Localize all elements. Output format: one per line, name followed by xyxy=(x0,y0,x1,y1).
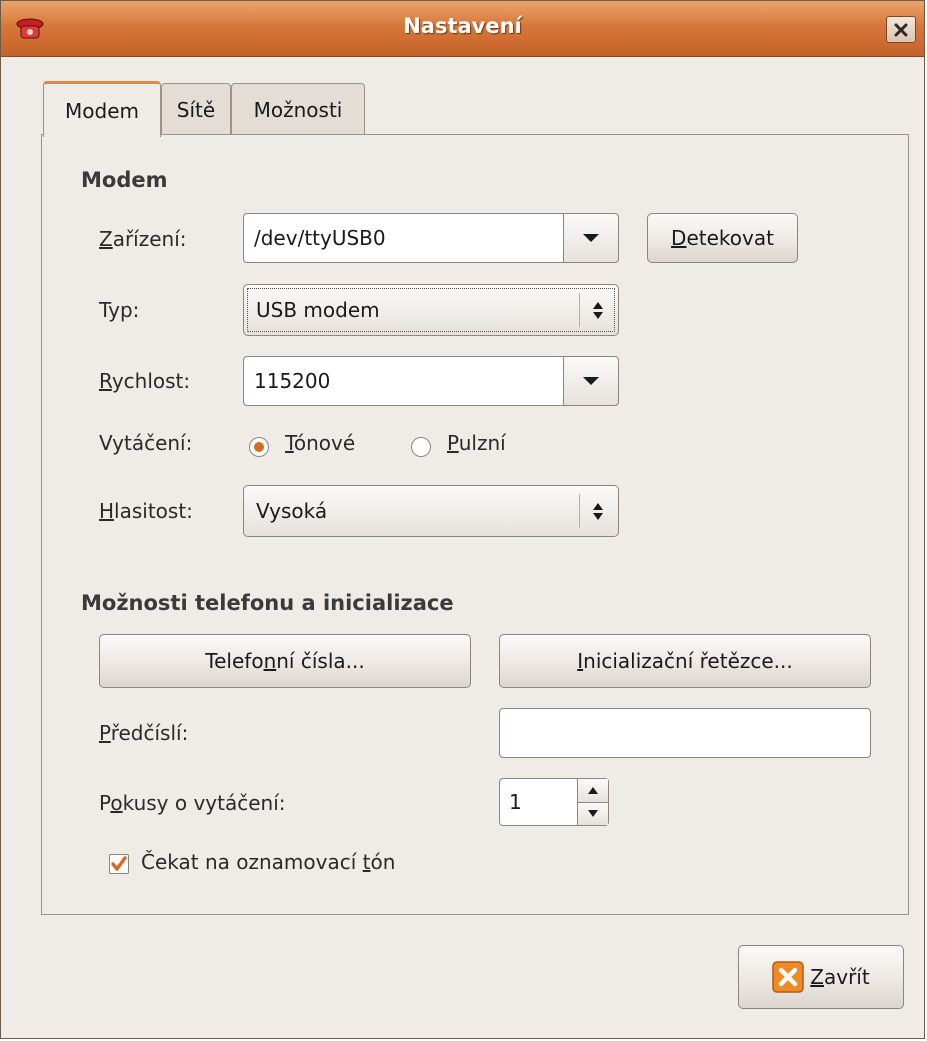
modem-section-title: Modem xyxy=(81,168,168,192)
prefix-label: Předčíslí: xyxy=(99,721,189,745)
radio-pulse-label[interactable]: Pulzní xyxy=(447,431,506,455)
dialing-label: Vytáčení: xyxy=(99,431,193,455)
speed-combo[interactable]: 115200 xyxy=(243,356,619,406)
speed-dropdown-button[interactable] xyxy=(563,356,619,406)
type-value: USB modem xyxy=(256,298,380,322)
device-input[interactable]: /dev/ttyUSB0 xyxy=(243,213,563,263)
device-label: Zařízení: xyxy=(99,227,187,251)
chevron-down-icon xyxy=(583,377,599,385)
chevron-down-icon xyxy=(583,234,599,242)
attempts-input[interactable]: 1 xyxy=(499,778,577,826)
window-close-button[interactable] xyxy=(886,16,916,43)
wait-tone-checkbox[interactable] xyxy=(109,854,129,874)
window-title: Nastavení xyxy=(403,14,522,38)
radio-pulse[interactable] xyxy=(411,437,431,457)
tab-networks[interactable]: Sítě xyxy=(161,83,231,135)
title-bar[interactable]: Nastavení xyxy=(1,1,924,57)
prefix-input[interactable] xyxy=(499,708,871,758)
phone-section-title: Možnosti telefonu a inicializace xyxy=(81,591,454,615)
device-combo[interactable]: /dev/ttyUSB0 xyxy=(243,213,619,263)
volume-label: Hlasitost: xyxy=(99,499,193,523)
updown-icon xyxy=(588,502,608,520)
device-dropdown-button[interactable] xyxy=(563,213,619,263)
checkmark-icon xyxy=(111,856,127,871)
stepper-down-button[interactable] xyxy=(578,801,608,825)
attempts-stepper[interactable]: 1 xyxy=(499,778,609,826)
type-select[interactable]: USB modem xyxy=(243,284,619,336)
volume-value: Vysoká xyxy=(256,499,328,523)
close-button[interactable]: Zavřít xyxy=(738,945,904,1009)
close-icon xyxy=(894,23,908,36)
chevron-up-icon xyxy=(588,786,598,794)
close-x-icon xyxy=(772,961,805,993)
radio-tone[interactable] xyxy=(249,437,269,457)
updown-icon xyxy=(588,301,608,319)
phone-numbers-button[interactable]: Telefo n ní čísla... xyxy=(99,634,471,688)
stepper-up-button[interactable] xyxy=(578,779,608,802)
attempts-label: Pokusy o vytáčení: xyxy=(99,791,286,815)
speed-label: Rychlost: xyxy=(99,369,191,393)
volume-select[interactable]: Vysoká xyxy=(243,485,619,537)
chevron-down-icon xyxy=(588,810,598,818)
tab-modem[interactable]: Modem xyxy=(43,81,161,137)
init-strings-button[interactable]: Inicializační řetězce... xyxy=(499,634,871,688)
dialog-window: Nastavení Modem Sítě Možnosti Modem Zaří… xyxy=(0,0,925,1039)
radio-tone-label[interactable]: Tónové xyxy=(285,431,355,455)
wait-tone-label[interactable]: Čekat na oznamovací tón xyxy=(141,850,395,874)
speed-input[interactable]: 115200 xyxy=(243,356,563,406)
type-label: Typ: xyxy=(99,298,140,322)
detect-button[interactable]: Detekovat xyxy=(647,213,798,263)
tab-options[interactable]: Možnosti xyxy=(231,83,365,135)
